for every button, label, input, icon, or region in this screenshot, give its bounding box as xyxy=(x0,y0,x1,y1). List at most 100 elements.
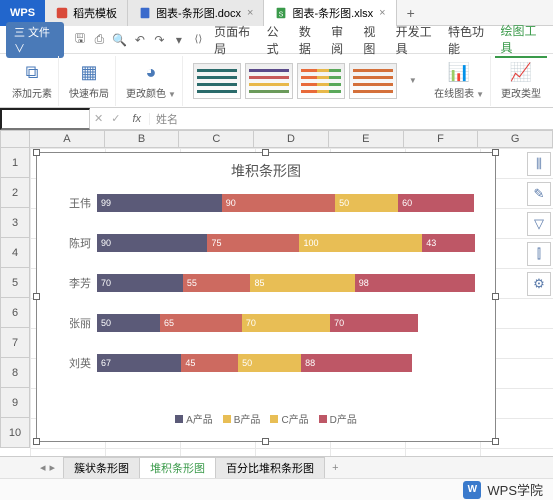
menu-dev[interactable]: 开发工具 xyxy=(390,23,442,57)
nav-prev-icon[interactable]: ◂ xyxy=(40,461,46,474)
chart-bar-row[interactable]: 张丽50657070 xyxy=(97,305,475,341)
legend-item[interactable]: C产品 xyxy=(270,411,308,426)
fx-confirm-icon[interactable]: ✓ xyxy=(107,112,124,125)
chart-style-3[interactable] xyxy=(297,63,345,99)
bar-segment[interactable]: 50 xyxy=(97,314,160,332)
filter-icon[interactable]: ▽ xyxy=(527,212,551,236)
bar-segment[interactable]: 70 xyxy=(330,314,418,332)
sheet-tab[interactable]: 百分比堆积条形图 xyxy=(215,457,325,478)
chart-style-1[interactable] xyxy=(193,63,241,99)
close-icon[interactable]: × xyxy=(379,7,385,19)
change-color-button[interactable]: ◕ 更改颜色▼ xyxy=(120,56,183,106)
col-header[interactable]: G xyxy=(478,130,553,148)
menu-layout[interactable]: 页面布局 xyxy=(208,23,260,57)
bar-segment[interactable]: 98 xyxy=(355,274,475,292)
quick-layout-button[interactable]: ▦ 快速布局 xyxy=(63,56,116,106)
bar-segment[interactable]: 99 xyxy=(97,194,222,212)
bar-segment[interactable]: 88 xyxy=(301,354,412,372)
row-header[interactable]: 8 xyxy=(0,358,30,388)
bar-segment[interactable]: 90 xyxy=(222,194,335,212)
name-box[interactable] xyxy=(0,108,90,130)
col-header[interactable]: E xyxy=(329,130,404,148)
fx-cancel-icon[interactable]: ✕ xyxy=(90,112,107,125)
gear-icon[interactable]: ⚙ xyxy=(527,272,551,296)
online-chart-button[interactable]: 📊 在线图表▼ xyxy=(428,56,491,106)
bar-segment[interactable]: 85 xyxy=(250,274,354,292)
bar-segment[interactable]: 100 xyxy=(299,234,422,252)
print-icon[interactable]: ⎙ xyxy=(93,32,106,48)
bar-segment[interactable]: 60 xyxy=(398,194,474,212)
resize-handle[interactable] xyxy=(33,149,40,156)
row-header[interactable]: 5 xyxy=(0,268,30,298)
resize-handle[interactable] xyxy=(33,438,40,445)
resize-handle[interactable] xyxy=(262,149,269,156)
sheet-tab-active[interactable]: 堆积条形图 xyxy=(139,457,216,478)
chart-bar-row[interactable]: 王伟99905060 xyxy=(97,185,475,221)
overflow-icon[interactable]: ⟨⟩ xyxy=(192,32,205,48)
row-header[interactable]: 1 xyxy=(0,148,30,178)
chart-bar-row[interactable]: 李芳70558598 xyxy=(97,265,475,301)
chart-style-4[interactable] xyxy=(349,63,397,99)
sheet-tab[interactable]: 簇状条形图 xyxy=(63,457,140,478)
bar-segment[interactable]: 90 xyxy=(97,234,207,252)
chart-type-icon[interactable]: ⫿ xyxy=(527,242,551,266)
menu-special[interactable]: 特色功能 xyxy=(442,23,494,57)
resize-handle[interactable] xyxy=(492,149,499,156)
chart-plot-area[interactable]: 王伟99905060 陈珂907510043 李芳70558598 张丽5065707… xyxy=(37,185,495,405)
menu-data[interactable]: 数据 xyxy=(293,23,325,57)
nav-next-icon[interactable]: ▸ xyxy=(50,461,56,474)
bar-segment[interactable]: 50 xyxy=(238,354,301,372)
save-icon[interactable]: 🖫 xyxy=(73,32,86,48)
bar-segment[interactable]: 70 xyxy=(97,274,183,292)
col-header[interactable]: B xyxy=(105,130,180,148)
menu-drawing-tools[interactable]: 绘图工具 xyxy=(495,22,547,58)
stacked-bar[interactable]: 907510043 xyxy=(97,234,475,252)
row-header[interactable]: 7 xyxy=(0,328,30,358)
chart-element-icon[interactable]: ⫼ xyxy=(527,152,551,176)
close-icon[interactable]: × xyxy=(247,7,253,19)
legend-item[interactable]: D产品 xyxy=(319,411,357,426)
legend-item[interactable]: A产品 xyxy=(175,411,213,426)
change-type-button[interactable]: 📈 更改类型 xyxy=(495,56,547,106)
col-header[interactable]: D xyxy=(254,130,329,148)
bar-segment[interactable]: 67 xyxy=(97,354,181,372)
legend-item[interactable]: B产品 xyxy=(223,411,261,426)
bar-segment[interactable]: 43 xyxy=(422,234,475,252)
col-header[interactable]: A xyxy=(30,130,105,148)
tab-add-button[interactable]: + xyxy=(397,5,425,21)
undo-icon[interactable]: ↶ xyxy=(133,32,146,48)
row-header[interactable]: 9 xyxy=(0,388,30,418)
chart-bar-row[interactable]: 陈珂907510043 xyxy=(97,225,475,261)
menu-view[interactable]: 视图 xyxy=(357,23,389,57)
redo-icon[interactable]: ↷ xyxy=(153,32,166,48)
bar-segment[interactable]: 75 xyxy=(207,234,299,252)
gallery-more-icon[interactable]: ▼ xyxy=(409,76,417,85)
menu-review[interactable]: 审阅 xyxy=(325,23,357,57)
col-header[interactable]: C xyxy=(179,130,254,148)
sheet-nav[interactable]: ◂▸ xyxy=(40,461,55,474)
chart-style-2[interactable] xyxy=(245,63,293,99)
resize-handle[interactable] xyxy=(492,438,499,445)
chart-legend[interactable]: A产品 B产品 C产品 D产品 xyxy=(37,405,495,426)
select-all-corner[interactable] xyxy=(0,130,30,148)
bar-segment[interactable]: 65 xyxy=(160,314,242,332)
file-menu[interactable]: 三 文件 ∨ xyxy=(6,22,64,58)
chart-bar-row[interactable]: 刘英67455088 xyxy=(97,345,475,381)
row-header[interactable]: 6 xyxy=(0,298,30,328)
stacked-bar[interactable]: 99905060 xyxy=(97,194,475,212)
add-element-button[interactable]: ⧉ 添加元素 xyxy=(6,56,59,106)
add-sheet-button[interactable]: + xyxy=(324,462,346,474)
row-header[interactable]: 10 xyxy=(0,418,30,448)
bar-segment[interactable]: 50 xyxy=(335,194,398,212)
row-header[interactable]: 2 xyxy=(0,178,30,208)
chart-object[interactable]: 堆积条形图 王伟99905060陈珂907510043李芳70558598张丽5… xyxy=(36,152,496,442)
preview-icon[interactable]: 🔍 xyxy=(112,32,127,48)
bar-segment[interactable]: 70 xyxy=(242,314,330,332)
formula-input[interactable]: 姓名 xyxy=(150,111,553,127)
fx-icon[interactable]: fx xyxy=(124,113,150,125)
bar-segment[interactable]: 55 xyxy=(183,274,251,292)
resize-handle[interactable] xyxy=(262,438,269,445)
chevron-down-icon[interactable]: ▾ xyxy=(172,32,185,48)
bar-segment[interactable]: 45 xyxy=(181,354,238,372)
row-header[interactable]: 4 xyxy=(0,238,30,268)
